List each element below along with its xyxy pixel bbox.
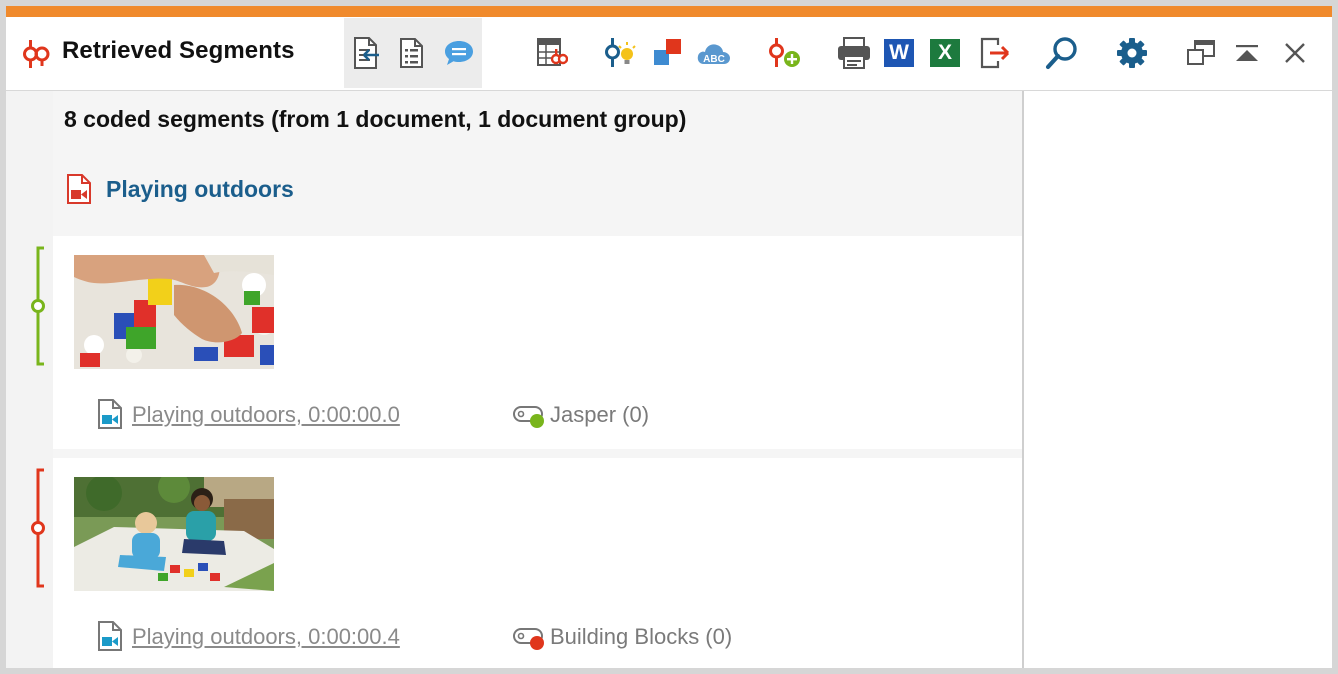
segment-2-code-bracket[interactable]: [28, 468, 50, 590]
close-icon: [1285, 43, 1305, 63]
export-button[interactable]: [978, 35, 1012, 71]
comment-view-icon: [445, 41, 473, 65]
document-title[interactable]: Playing outdoors: [106, 176, 294, 203]
segment-code-label[interactable]: Building Blocks (0): [550, 624, 732, 650]
window-title: Retrieved Segments: [62, 37, 295, 64]
svg-text:ABC: ABC: [703, 54, 725, 65]
gear-icon: [1117, 38, 1147, 68]
segment-1: Playing outdoors, 0:00:00.0 Jasper (0): [53, 236, 1022, 449]
printer-icon: [838, 37, 870, 69]
retrieved-segments-icon: [20, 39, 52, 69]
word-export-icon: W: [884, 39, 914, 67]
excel-export-button[interactable]: X: [929, 38, 961, 68]
excel-export-icon: X: [930, 39, 960, 67]
code-tag-icon: [513, 406, 544, 428]
word-export-button[interactable]: W: [883, 38, 915, 68]
list-view-button[interactable]: [397, 35, 427, 71]
retrieved-segments-window: Retrieved Segments ABC W X 8 coded segme…: [6, 6, 1332, 668]
segment-2: Playing outdoors, 0:00:00.4 Building Blo…: [53, 458, 1022, 668]
code-tag-icon: [513, 628, 544, 650]
list-view-icon: [400, 38, 423, 68]
children-outdoors-thumbnail[interactable]: [74, 477, 274, 591]
video-document-icon: [98, 399, 122, 429]
search-icon: [1045, 37, 1077, 70]
export-icon: [980, 37, 1010, 69]
segment-source-link[interactable]: Playing outdoors, 0:00:00.0: [132, 402, 400, 428]
comment-view-button[interactable]: [442, 37, 476, 69]
table-code-icon: [537, 38, 568, 66]
code-add-icon: [769, 38, 800, 67]
app-frame: Retrieved Segments ABC W X 8 coded segme…: [0, 0, 1338, 674]
collapse-up-icon: [1236, 45, 1258, 61]
toolbar: Retrieved Segments ABC W X: [6, 17, 1332, 90]
video-document-icon: [98, 621, 122, 651]
side-panel: [1024, 91, 1332, 668]
activate-shapes-icon: [654, 39, 681, 65]
segments-summary: 8 coded segments (from 1 document, 1 doc…: [64, 106, 687, 132]
document-retrieve-button[interactable]: [351, 35, 381, 71]
code-bulb-icon: [605, 38, 636, 67]
document-retrieve-icon: [354, 37, 379, 69]
table-code-button[interactable]: [535, 35, 569, 71]
segments-list: 8 coded segments (from 1 document, 1 doc…: [53, 91, 1022, 668]
lego-blocks-thumbnail[interactable]: [74, 255, 274, 369]
window-accent-bar: [6, 6, 1332, 17]
abc-cloud-icon: ABC: [697, 44, 730, 65]
undock-window-button[interactable]: [1184, 37, 1218, 69]
print-button[interactable]: [835, 35, 873, 71]
abc-cloud-button[interactable]: ABC: [695, 33, 733, 73]
collapse-up-button[interactable]: [1232, 37, 1262, 69]
code-add-button[interactable]: [765, 35, 803, 71]
document-icon: [66, 173, 94, 205]
code-bulb-button[interactable]: [602, 35, 638, 71]
search-button[interactable]: [1043, 33, 1081, 73]
undock-window-icon: [1187, 40, 1215, 65]
segment-code-label[interactable]: Jasper (0): [550, 402, 649, 428]
close-button[interactable]: [1280, 37, 1310, 69]
segment-source-link[interactable]: Playing outdoors, 0:00:00.4: [132, 624, 400, 650]
settings-button[interactable]: [1114, 35, 1150, 71]
activate-shapes-button[interactable]: [651, 35, 685, 71]
segment-1-code-bracket[interactable]: [28, 246, 50, 368]
video-document-icon: [67, 174, 91, 204]
